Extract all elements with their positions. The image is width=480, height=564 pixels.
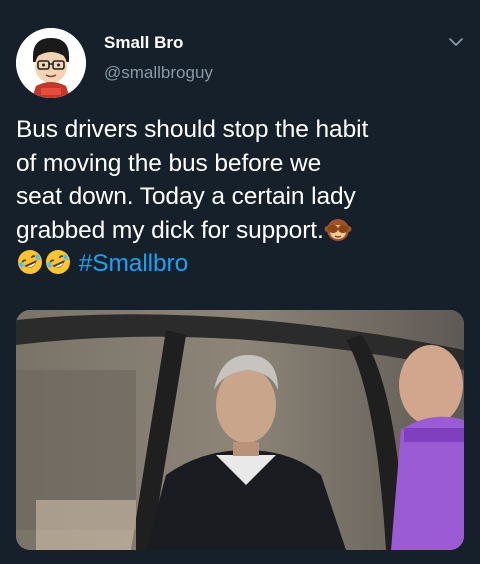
avatar[interactable] bbox=[16, 28, 86, 98]
hashtag-link[interactable]: #Smallbro bbox=[79, 250, 189, 277]
tweet-line: seat down. Today a certain lady bbox=[16, 183, 356, 210]
tweet-line: Bus drivers should stop the habit bbox=[16, 116, 369, 143]
tweet-photo[interactable] bbox=[16, 310, 464, 550]
user-handle[interactable]: @smallbroguy bbox=[104, 63, 213, 83]
tweet-text: Bus drivers should stop the habit of mov… bbox=[16, 113, 466, 281]
tweet-line-with-emoji: grabbed my dick for support. bbox=[16, 214, 466, 248]
tweet-card[interactable]: Small Bro @smallbroguy Bus drivers shoul… bbox=[0, 0, 480, 564]
tweet-line: grabbed my dick for support. bbox=[16, 216, 324, 244]
chevron-down-icon[interactable] bbox=[446, 32, 466, 52]
rolling-on-floor-laughing-icon bbox=[16, 248, 44, 276]
display-name[interactable]: Small Bro bbox=[104, 33, 183, 53]
tweet-line-hashtag: #Smallbro bbox=[16, 247, 466, 281]
tweet-line: of moving the bus before we bbox=[16, 149, 322, 177]
photo-icon bbox=[16, 310, 464, 550]
see-no-evil-monkey-icon bbox=[324, 215, 352, 243]
rolling-on-floor-laughing-icon bbox=[44, 248, 72, 276]
avatar-cartoon-icon bbox=[16, 28, 86, 98]
